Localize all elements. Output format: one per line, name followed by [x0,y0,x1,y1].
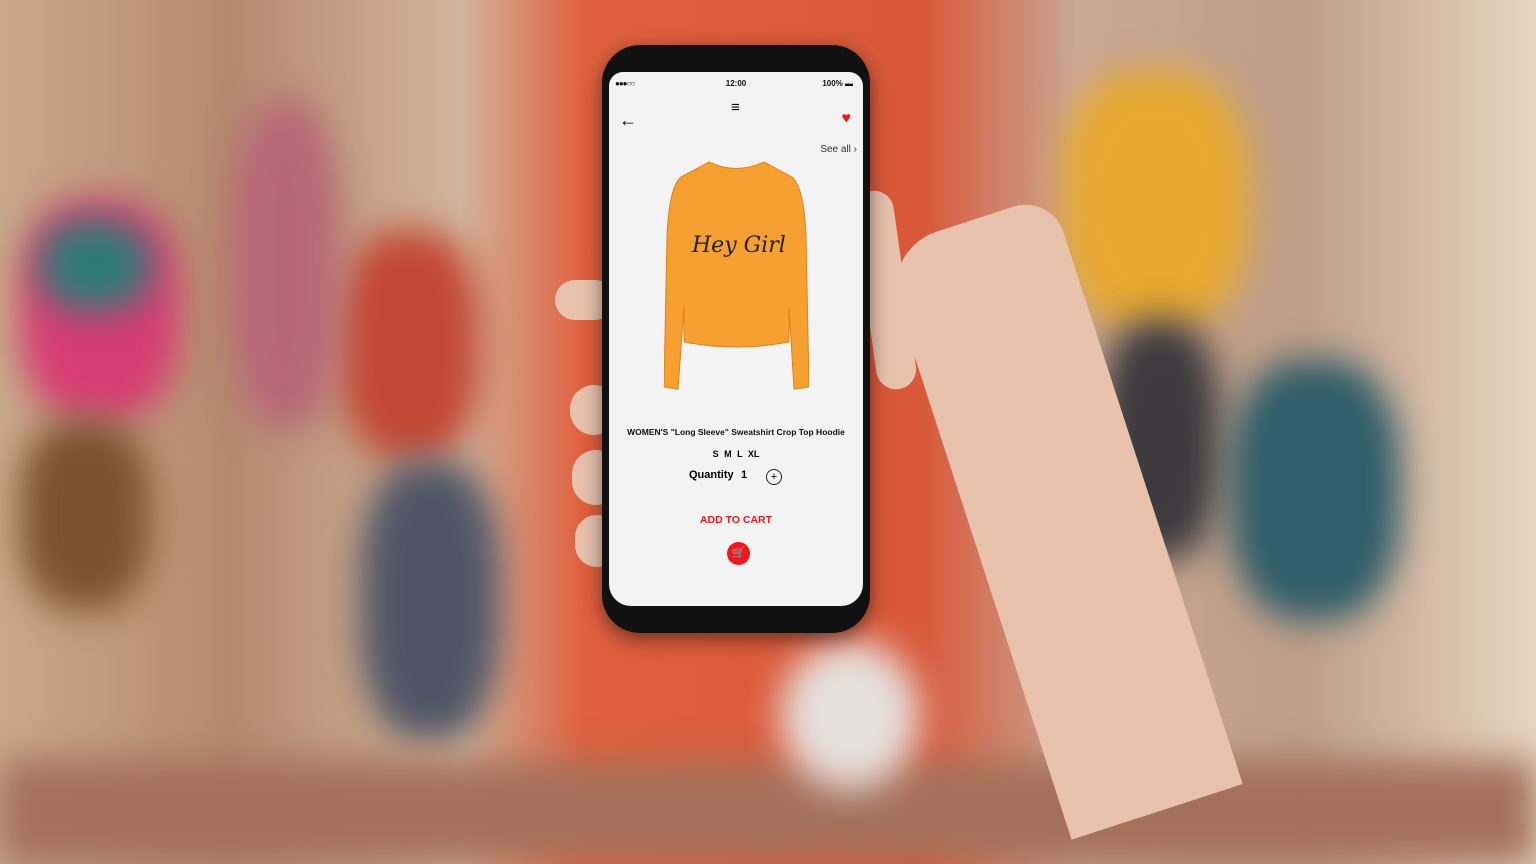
product-image: Hey Girl [664,161,809,390]
quantity-plus-button[interactable]: + [766,469,782,485]
favorite-heart-icon[interactable]: ♥ [842,110,852,128]
smartphone: ●●●○○ 12:00 100% ▬ ≡ ← ♥ See all › Hey G… [602,45,870,633]
blurred-yellow-top [1060,70,1250,330]
product-title: WOMEN'S "Long Sleeve" Sweatshirt Crop To… [627,427,845,437]
app-screen: ●●●○○ 12:00 100% ▬ ≡ ← ♥ See all › Hey G… [609,72,863,606]
quantity-value: 1 [741,469,748,481]
back-arrow-icon[interactable]: ← [619,110,637,131]
see-all-link[interactable]: See all › [820,144,857,155]
blurred-dress [230,100,340,430]
battery-indicator: 100% ▬ [822,79,853,88]
blurred-jacket [340,230,480,460]
add-to-cart-button[interactable]: ADD TO CART [609,514,863,526]
blurred-floor [0,760,1536,864]
menu-icon[interactable]: ≡ [731,100,740,115]
sweater-print-text: Hey Girl [691,233,786,258]
blurred-jeans [360,460,500,740]
blurred-skirt [20,420,150,610]
size-options[interactable]: S M L XL [609,449,863,459]
cart-icon[interactable]: 🛒 [727,542,750,565]
blurred-logo [780,640,920,790]
status-bar: ●●●○○ 12:00 100% ▬ [609,79,863,91]
blurred-scarf [40,220,150,310]
quantity-label: Quantity [689,469,734,481]
blurred-clothes-rack [1230,360,1400,620]
